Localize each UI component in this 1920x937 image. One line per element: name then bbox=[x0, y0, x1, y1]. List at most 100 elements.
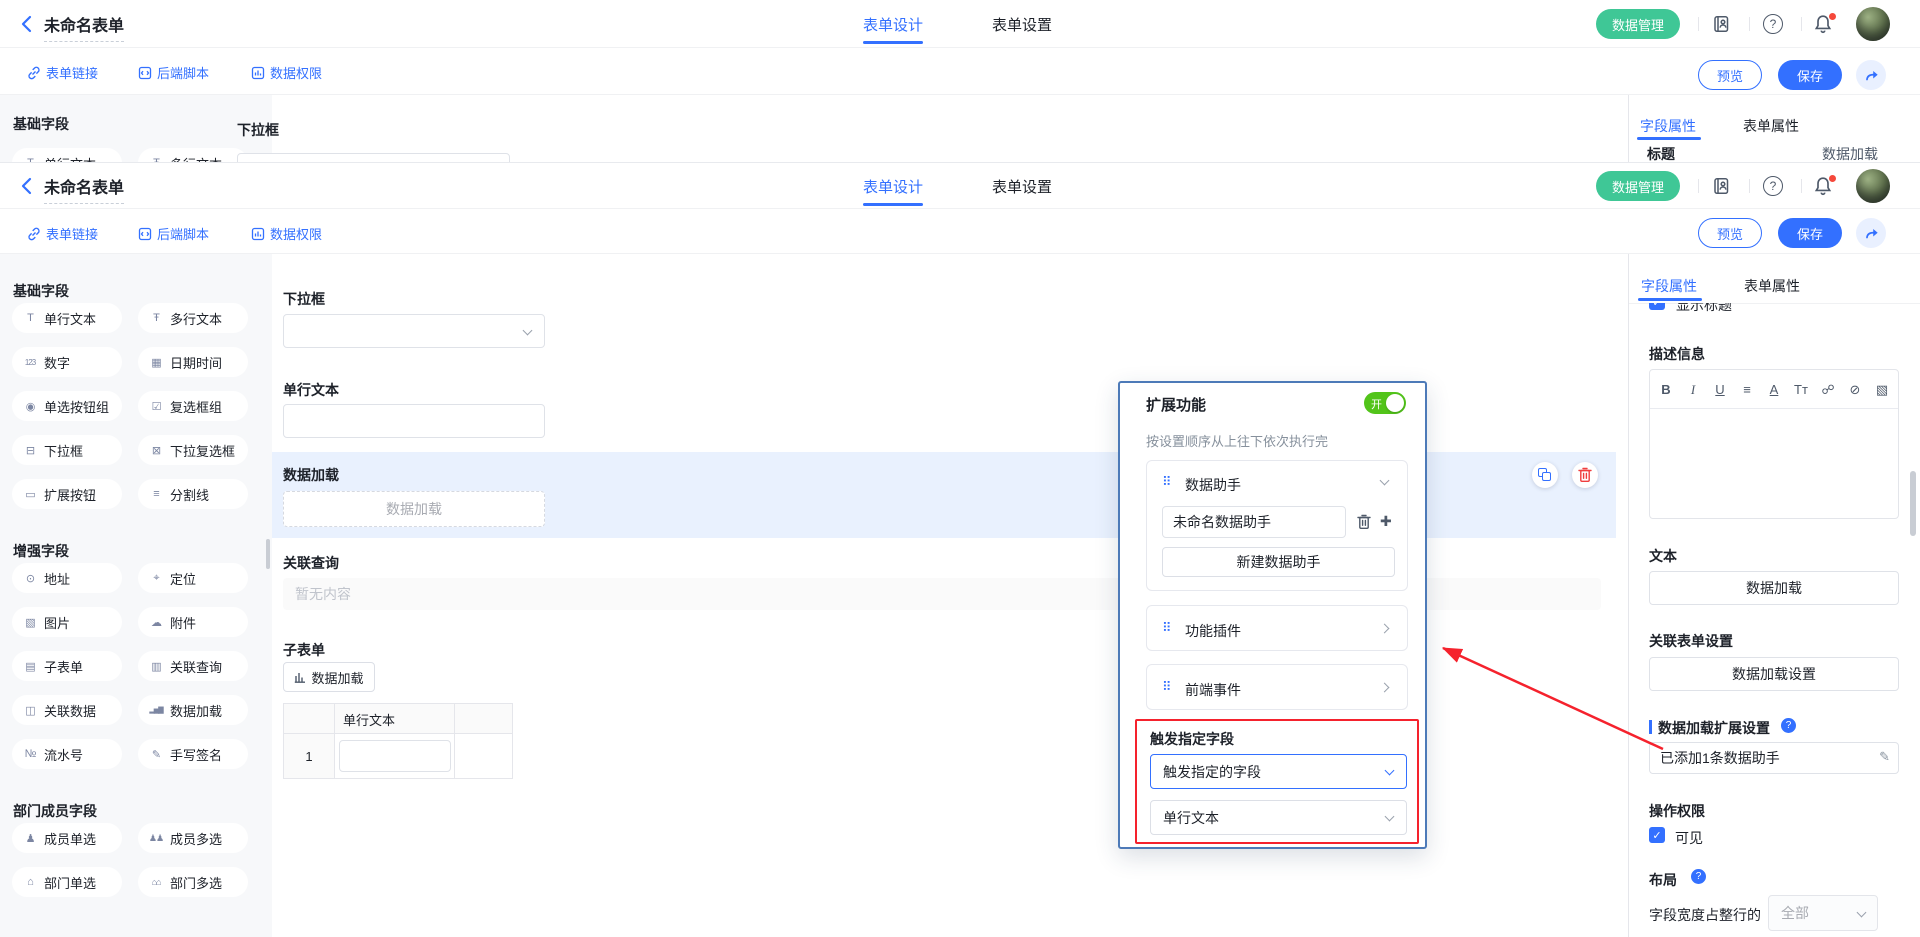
field-dropdown-input[interactable] bbox=[283, 314, 545, 348]
data-manage-button[interactable]: 数据管理 bbox=[1596, 9, 1680, 39]
tab-form-design[interactable]: 表单设计 bbox=[863, 14, 923, 35]
sidebar-item-relation-data[interactable]: ◫关联数据 bbox=[12, 695, 122, 725]
delete-assistant-icon[interactable] bbox=[1357, 514, 1371, 530]
tab-field-properties[interactable]: 字段属性 bbox=[1641, 276, 1697, 296]
sidebar-item-dept-single[interactable]: ⌂部门单选 bbox=[12, 867, 122, 897]
back-icon[interactable] bbox=[20, 177, 34, 195]
sidebar-item-datetime[interactable]: ▦日期时间 bbox=[138, 347, 248, 377]
tab-form-settings[interactable]: 表单设置 bbox=[992, 14, 1052, 35]
form-title[interactable]: 未命名表单 bbox=[44, 12, 124, 42]
address-book-icon[interactable] bbox=[1712, 15, 1730, 33]
sidebar-item-attachment[interactable]: ☁附件 bbox=[138, 607, 248, 637]
sidebar-item-single-line-text[interactable]: T 单行文本 bbox=[12, 148, 122, 162]
new-assistant-button[interactable]: 新建数据助手 bbox=[1162, 547, 1395, 577]
italic-icon[interactable]: I bbox=[1683, 382, 1703, 398]
data-permission-button[interactable]: 数据权限 bbox=[251, 224, 322, 243]
ext-help-icon[interactable]: ? bbox=[1781, 718, 1796, 733]
sidebar-item-single-line-text[interactable]: T单行文本 bbox=[12, 303, 122, 333]
sidebar-item-checkbox-group[interactable]: ☑复选框组 bbox=[138, 391, 248, 421]
data-manage-button[interactable]: 数据管理 bbox=[1596, 171, 1680, 201]
relation-form-input[interactable]: 数据加载设置 bbox=[1649, 657, 1899, 691]
back-icon[interactable] bbox=[20, 15, 34, 33]
visible-checkbox[interactable]: ✓ bbox=[1649, 827, 1665, 843]
save-button[interactable]: 保存 bbox=[1778, 60, 1842, 90]
ext-setting-input[interactable]: 已添加1条数据助手✎ bbox=[1649, 742, 1899, 774]
sidebar-item-dept-multi[interactable]: ⌂⌂部门多选 bbox=[138, 867, 248, 897]
edit-icon[interactable]: ✎ bbox=[1879, 749, 1890, 765]
sidebar-item-image[interactable]: ▧图片 bbox=[12, 607, 122, 637]
address-book-icon[interactable] bbox=[1712, 177, 1730, 195]
font-color-icon[interactable]: A bbox=[1764, 382, 1784, 397]
help-icon[interactable]: ? bbox=[1763, 176, 1783, 196]
delete-field-button[interactable] bbox=[1572, 462, 1598, 488]
layout-help-icon[interactable]: ? bbox=[1691, 869, 1706, 884]
tab-form-design[interactable]: 表单设计 bbox=[863, 176, 923, 197]
assistant-name-input[interactable]: 未命名数据助手 bbox=[1162, 506, 1346, 538]
drag-handle-icon[interactable]: ⠿ bbox=[1162, 679, 1172, 695]
avatar[interactable] bbox=[1856, 7, 1890, 41]
preview-button[interactable]: 预览 bbox=[1698, 60, 1762, 90]
font-size-icon[interactable]: Tᴛ bbox=[1791, 382, 1811, 397]
align-icon[interactable]: ≡ bbox=[1737, 382, 1757, 397]
insert-image-icon[interactable]: ▧ bbox=[1872, 382, 1892, 398]
form-link-button[interactable]: 表单链接 bbox=[27, 63, 98, 82]
outer-dropdown-input[interactable] bbox=[237, 153, 510, 162]
sidebar-item-member-single[interactable]: ♟成员单选 bbox=[12, 823, 122, 853]
drag-handle-icon[interactable]: ⠿ bbox=[1162, 620, 1172, 636]
sidebar-item-multi-line-text[interactable]: Ŧ多行文本 bbox=[138, 303, 248, 333]
outer-tab-form-props[interactable]: 表单属性 bbox=[1743, 116, 1799, 136]
form-title[interactable]: 未命名表单 bbox=[44, 174, 124, 204]
sidebar-item-data-load[interactable]: ▂▅▇数据加载 bbox=[138, 695, 248, 725]
data-permission-button[interactable]: 数据权限 bbox=[251, 63, 322, 82]
sidebar-item-multi-select[interactable]: ⊠下拉复选框 bbox=[138, 435, 248, 465]
sidebar-item-multi-line-text[interactable]: Ŧ 多行文本 bbox=[138, 148, 248, 162]
backend-script-button[interactable]: 后端脚本 bbox=[138, 224, 209, 243]
sidebar-item-extend-button[interactable]: ▭扩展按钮 bbox=[12, 479, 122, 509]
sidebar-item-select[interactable]: ⊟下拉框 bbox=[12, 435, 122, 465]
sidebar-item-location[interactable]: ⌖定位 bbox=[138, 563, 248, 593]
underline-icon[interactable]: U bbox=[1710, 382, 1730, 397]
share-button[interactable] bbox=[1856, 60, 1886, 90]
field-dataload-button[interactable]: 数据加载 bbox=[283, 491, 545, 527]
show-title-checkbox[interactable]: ✓ bbox=[1649, 303, 1665, 310]
drag-handle-icon[interactable]: ⠿ bbox=[1162, 474, 1172, 490]
sidebar-item-radio-group[interactable]: ◉单选按钮组 bbox=[12, 391, 122, 421]
sidebar-item-lookup[interactable]: ▥关联查询 bbox=[138, 651, 248, 681]
field-text-input[interactable] bbox=[283, 404, 545, 438]
plugin-card[interactable]: ⠿ 功能插件 bbox=[1146, 605, 1408, 651]
field-width-select[interactable]: 全部 bbox=[1768, 895, 1878, 931]
trigger-field-select[interactable]: 单行文本 bbox=[1150, 800, 1407, 835]
preview-button[interactable]: 预览 bbox=[1698, 218, 1762, 248]
sidebar-item-divider-line[interactable]: ≡分割线 bbox=[138, 479, 248, 509]
sidebar-item-member-multi[interactable]: ♟♟成员多选 bbox=[138, 823, 248, 853]
move-assistant-icon[interactable]: ✚ bbox=[1380, 513, 1392, 530]
bold-icon[interactable]: B bbox=[1656, 382, 1676, 397]
copy-field-button[interactable] bbox=[1532, 462, 1558, 488]
save-button[interactable]: 保存 bbox=[1778, 218, 1842, 248]
props-scrollbar[interactable] bbox=[1910, 471, 1916, 536]
form-link-button[interactable]: 表单链接 bbox=[27, 224, 98, 243]
backend-script-button[interactable]: 后端脚本 bbox=[138, 63, 209, 82]
tab-form-settings[interactable]: 表单设置 bbox=[992, 176, 1052, 197]
sidebar-item-subform[interactable]: ▤子表单 bbox=[12, 651, 122, 681]
extension-toggle[interactable]: 开 bbox=[1364, 392, 1406, 414]
tab-form-properties[interactable]: 表单属性 bbox=[1744, 276, 1800, 296]
sidebar-item-signature[interactable]: ✎手写签名 bbox=[138, 739, 248, 769]
avatar[interactable] bbox=[1856, 169, 1890, 203]
sidebar-item-number[interactable]: 123数字 bbox=[12, 347, 122, 377]
sidebar-item-serial-number[interactable]: №流水号 bbox=[12, 739, 122, 769]
expand-icon[interactable] bbox=[1380, 683, 1390, 693]
collapse-icon[interactable] bbox=[1380, 476, 1390, 486]
text-value-input[interactable]: 数据加载 bbox=[1649, 571, 1899, 605]
table-cell-input[interactable] bbox=[339, 740, 451, 772]
sidebar-item-address[interactable]: ⊙地址 bbox=[12, 563, 122, 593]
share-button[interactable] bbox=[1856, 218, 1886, 248]
trigger-mode-select[interactable]: 触发指定的字段 bbox=[1150, 754, 1407, 789]
expand-icon[interactable] bbox=[1380, 624, 1390, 634]
sidebar-scrollbar[interactable] bbox=[266, 539, 270, 569]
rich-text-editor[interactable]: B I U ≡ A Tᴛ ☍ ⊘ ▧ bbox=[1649, 369, 1899, 519]
outer-tab-field-props[interactable]: 字段属性 bbox=[1640, 116, 1696, 136]
help-icon[interactable]: ? bbox=[1763, 14, 1783, 34]
subform-dataload-button[interactable]: 数据加载 bbox=[283, 662, 375, 692]
frontend-event-card[interactable]: ⠿ 前端事件 bbox=[1146, 664, 1408, 710]
